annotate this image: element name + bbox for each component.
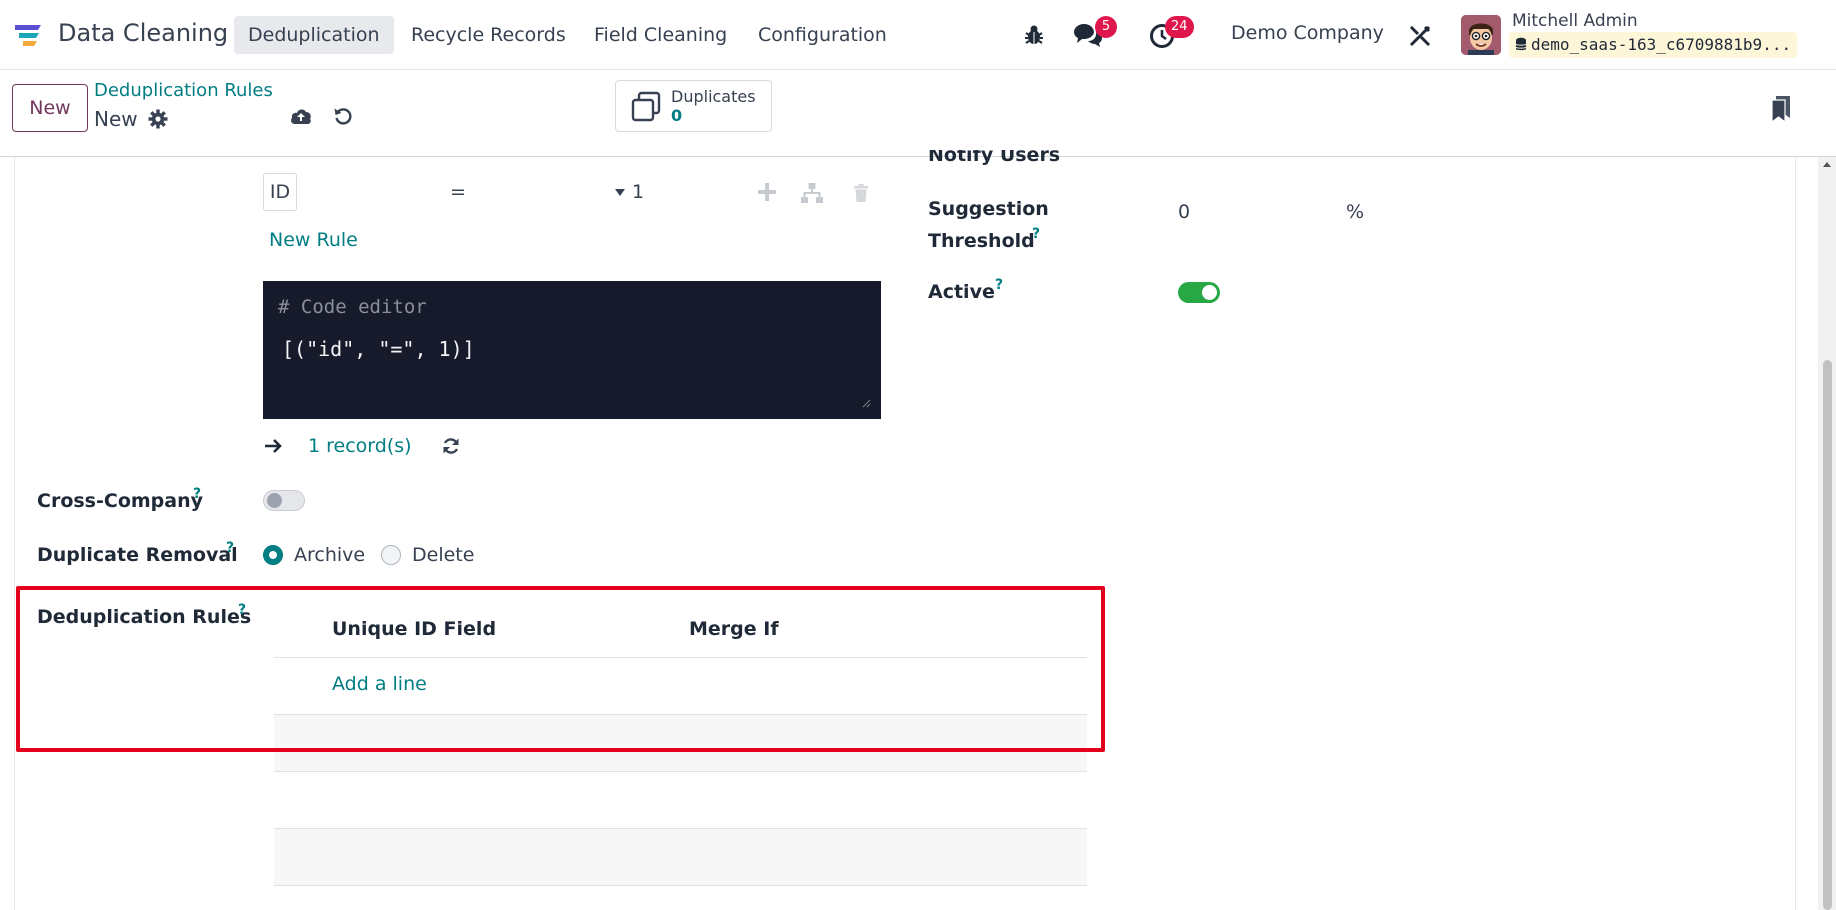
- table-row: [274, 829, 1087, 886]
- resize-handle-icon[interactable]: [862, 399, 871, 408]
- suggestion-threshold-unit: %: [1346, 201, 1365, 223]
- menu-configuration[interactable]: Configuration: [744, 16, 901, 54]
- code-editor[interactable]: # Code editor [("id", "=", 1)]: [263, 281, 881, 419]
- record-count-link[interactable]: 1 record(s): [308, 435, 412, 457]
- duplicates-icon: [631, 91, 661, 122]
- table-row: [274, 772, 1087, 829]
- cross-company-toggle[interactable]: [263, 490, 305, 511]
- suggestion-threshold-label-2: Threshold: [928, 230, 1035, 252]
- save-cloud-icon[interactable]: [289, 106, 313, 126]
- radio-archive[interactable]: [263, 545, 283, 565]
- new-button[interactable]: New: [12, 84, 88, 132]
- database-icon: [1515, 37, 1527, 51]
- duplicates-smart-button[interactable]: Duplicates 0: [615, 80, 772, 132]
- suggestion-threshold-label-1: Suggestion: [928, 198, 1049, 220]
- debug-bug-icon[interactable]: [1023, 24, 1045, 46]
- top-navbar: Data Cleaning Deduplication Recycle Reco…: [0, 0, 1836, 70]
- cross-company-toggle-knob: [267, 493, 282, 508]
- activities-badge: 24: [1165, 16, 1194, 38]
- help-duplicate-removal-icon[interactable]: ?: [226, 540, 234, 556]
- avatar-face-icon: [1461, 15, 1501, 55]
- add-node-plus-icon[interactable]: [757, 182, 777, 202]
- active-toggle[interactable]: [1178, 282, 1220, 303]
- domain-value[interactable]: 1: [632, 181, 644, 203]
- delete-trash-icon[interactable]: [853, 184, 869, 202]
- scrollbar-thumb[interactable]: [1823, 360, 1832, 910]
- radio-delete[interactable]: [381, 545, 401, 565]
- code-editor-comment: # Code editor: [278, 296, 427, 318]
- breadcrumb-deduplication-rules[interactable]: Deduplication Rules: [94, 80, 273, 101]
- user-name[interactable]: Mitchell Admin: [1512, 11, 1638, 31]
- suggestion-threshold-value[interactable]: 0: [1178, 201, 1190, 223]
- domain-operator[interactable]: =: [450, 181, 466, 203]
- code-editor-domain[interactable]: [("id", "=", 1)]: [282, 337, 475, 361]
- record-name: New: [94, 107, 138, 131]
- discard-undo-icon[interactable]: [333, 106, 353, 126]
- menu-recycle-records[interactable]: Recycle Records: [397, 16, 580, 54]
- messages-badge: 5: [1095, 16, 1117, 38]
- app-name[interactable]: Data Cleaning: [58, 19, 228, 47]
- database-name: demo_saas-163_c6709881b9...: [1531, 35, 1792, 54]
- domain-field-selector[interactable]: ID: [263, 173, 297, 211]
- control-panel: New Deduplication Rules New Duplicates 0: [0, 70, 1836, 157]
- arrow-right-icon: [265, 439, 282, 453]
- add-branch-hierarchy-icon[interactable]: [800, 182, 824, 204]
- bookmark-icon[interactable]: [1770, 94, 1792, 124]
- duplicate-removal-label: Duplicate Removal: [37, 544, 238, 566]
- user-avatar[interactable]: [1461, 15, 1501, 55]
- radio-archive-label[interactable]: Archive: [294, 544, 365, 566]
- menu-field-cleaning[interactable]: Field Cleaning: [580, 16, 741, 54]
- active-label: Active: [928, 281, 995, 303]
- duplicates-label: Duplicates: [671, 87, 756, 106]
- help-cross-company-icon[interactable]: ?: [193, 486, 201, 502]
- duplicates-count: 0: [671, 106, 683, 125]
- active-toggle-knob: [1202, 285, 1217, 300]
- scroll-up-arrow-icon[interactable]: [1822, 160, 1832, 168]
- gear-icon[interactable]: [148, 109, 168, 129]
- cross-company-label: Cross-Company: [37, 490, 203, 512]
- database-tag: demo_saas-163_c6709881b9...: [1509, 32, 1798, 58]
- help-suggestion-threshold-icon[interactable]: ?: [1032, 226, 1040, 242]
- caret-down-icon[interactable]: [615, 189, 625, 196]
- app-menu-icon[interactable]: [13, 22, 43, 48]
- tools-icon[interactable]: [1408, 24, 1432, 48]
- new-rule-link[interactable]: New Rule: [269, 229, 358, 251]
- help-active-icon[interactable]: ?: [995, 277, 1003, 293]
- menu-deduplication[interactable]: Deduplication: [234, 16, 394, 54]
- highlight-annotation-box: [16, 586, 1105, 752]
- company-switcher[interactable]: Demo Company: [1231, 22, 1384, 44]
- refresh-icon[interactable]: [441, 436, 461, 456]
- radio-delete-label[interactable]: Delete: [412, 544, 474, 566]
